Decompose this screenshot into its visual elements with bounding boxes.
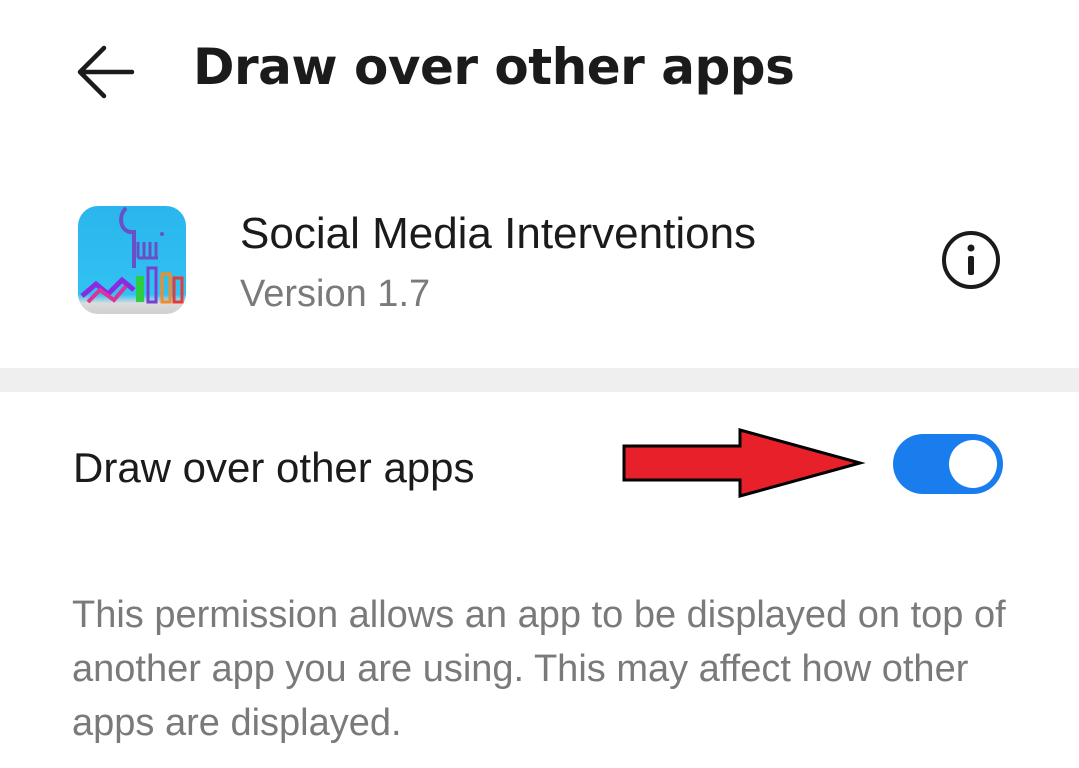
- arrow-left-icon: [77, 45, 135, 99]
- annotation-arrow-icon: [622, 428, 866, 498]
- back-button[interactable]: [70, 40, 144, 104]
- app-bar: Draw over other apps: [0, 0, 1079, 145]
- draw-over-apps-setting-row[interactable]: Draw over other apps: [0, 392, 1079, 542]
- app-name: Social Media Interventions: [240, 209, 757, 258]
- permission-description: This permission allows an app to be disp…: [72, 594, 1006, 744]
- setting-label: Draw over other apps: [73, 444, 475, 491]
- app-version: Version 1.7: [240, 273, 431, 315]
- section-divider: [0, 368, 1079, 392]
- toggle-knob: [949, 440, 997, 488]
- app-icon: [78, 206, 186, 314]
- info-icon: [942, 231, 1000, 289]
- page-title: Draw over other apps: [193, 38, 795, 96]
- app-info-button[interactable]: [940, 229, 1002, 291]
- app-info-row: Social Media Interventions Version 1.7: [0, 185, 1079, 345]
- draw-over-apps-toggle[interactable]: [893, 434, 1003, 494]
